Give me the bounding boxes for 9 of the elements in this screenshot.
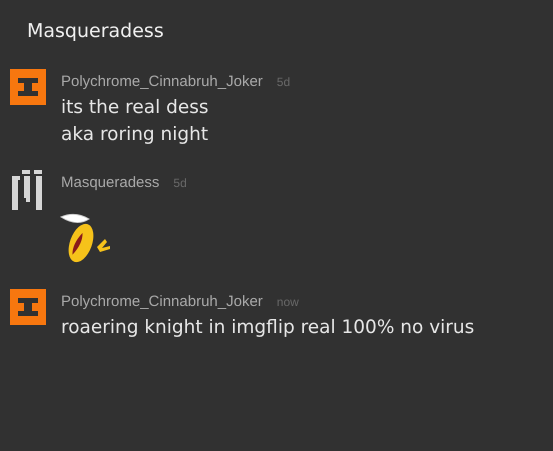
author-name[interactable]: Polychrome_Cinnabruh_Joker <box>61 73 263 90</box>
chat-title: Masqueradess <box>26 19 164 40</box>
author-name[interactable]: Masqueradess <box>61 174 160 191</box>
avatar-icon <box>10 289 46 325</box>
avatar-icon <box>10 69 46 105</box>
author-name[interactable]: Polychrome_Cinnabruh_Joker <box>61 293 263 310</box>
message-text: its the real dess <box>61 96 210 120</box>
message-text: aka roring night <box>61 123 210 147</box>
message-text: roaering knight in imgflip real 100% no virus <box>61 316 474 340</box>
